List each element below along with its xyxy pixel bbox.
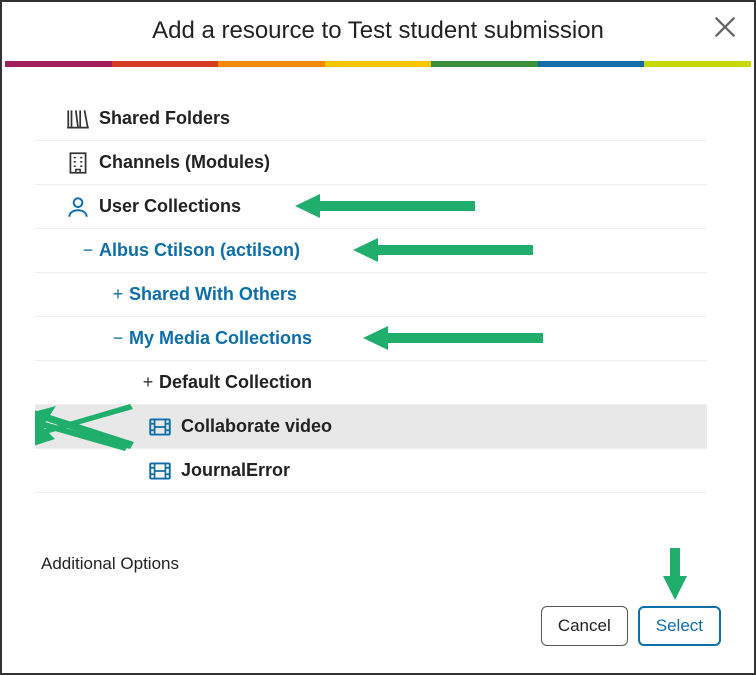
collapse-icon[interactable]: − xyxy=(77,240,99,261)
tree-item-user[interactable]: − Albus Ctilson (actilson) xyxy=(35,229,707,273)
select-button[interactable]: Select xyxy=(638,606,721,646)
annotation-arrow xyxy=(35,403,143,451)
tree-label: My Media Collections xyxy=(129,328,312,349)
film-icon xyxy=(147,414,173,440)
folders-icon xyxy=(65,106,91,132)
tree-label: User Collections xyxy=(99,196,241,217)
modal-header: Add a resource to Test student submissio… xyxy=(5,5,751,61)
user-icon xyxy=(65,194,91,220)
collapse-icon[interactable]: − xyxy=(107,328,129,349)
tree-item-default-collection[interactable]: + Default Collection xyxy=(35,361,707,405)
film-icon xyxy=(147,458,173,484)
tree-label: Albus Ctilson (actilson) xyxy=(99,240,300,261)
select-wrap: Select xyxy=(638,606,721,646)
additional-options-label[interactable]: Additional Options xyxy=(35,534,721,584)
close-icon xyxy=(711,13,739,41)
tree-item-channels[interactable]: Channels (Modules) xyxy=(35,141,707,185)
tree-label: Shared Folders xyxy=(99,108,230,129)
resource-tree[interactable]: Shared Folders Channels (Modules) User C… xyxy=(35,97,721,534)
annotation-arrow xyxy=(295,191,475,221)
tree-item-user-collections[interactable]: User Collections xyxy=(35,185,707,229)
content-area: Shared Folders Channels (Modules) User C… xyxy=(5,67,751,594)
annotation-arrow xyxy=(353,235,533,265)
modal-dialog: Add a resource to Test student submissio… xyxy=(2,2,754,673)
tree-item-shared-with-others[interactable]: + Shared With Others xyxy=(35,273,707,317)
modal-footer: Cancel Select xyxy=(5,594,751,670)
modal-title: Add a resource to Test student submissio… xyxy=(45,17,711,45)
tree-item-journal-error[interactable]: JournalError xyxy=(35,449,707,493)
tree-label: Shared With Others xyxy=(129,284,297,305)
cancel-button[interactable]: Cancel xyxy=(541,606,628,646)
annotation-arrow xyxy=(35,405,142,450)
tree-item-shared-folders[interactable]: Shared Folders xyxy=(35,97,707,141)
close-button[interactable] xyxy=(711,13,739,41)
tree-label: Default Collection xyxy=(159,372,312,393)
tree-item-my-media[interactable]: − My Media Collections xyxy=(35,317,707,361)
tree-item-collaborate-video[interactable]: Collaborate video xyxy=(35,405,707,449)
tree-label: Collaborate video xyxy=(181,416,332,437)
tree-label: Channels (Modules) xyxy=(99,152,270,173)
building-icon xyxy=(65,150,91,176)
expand-icon[interactable]: + xyxy=(107,284,129,305)
tree-label: JournalError xyxy=(181,460,290,481)
annotation-arrow xyxy=(363,323,543,353)
expand-icon[interactable]: + xyxy=(137,372,159,393)
